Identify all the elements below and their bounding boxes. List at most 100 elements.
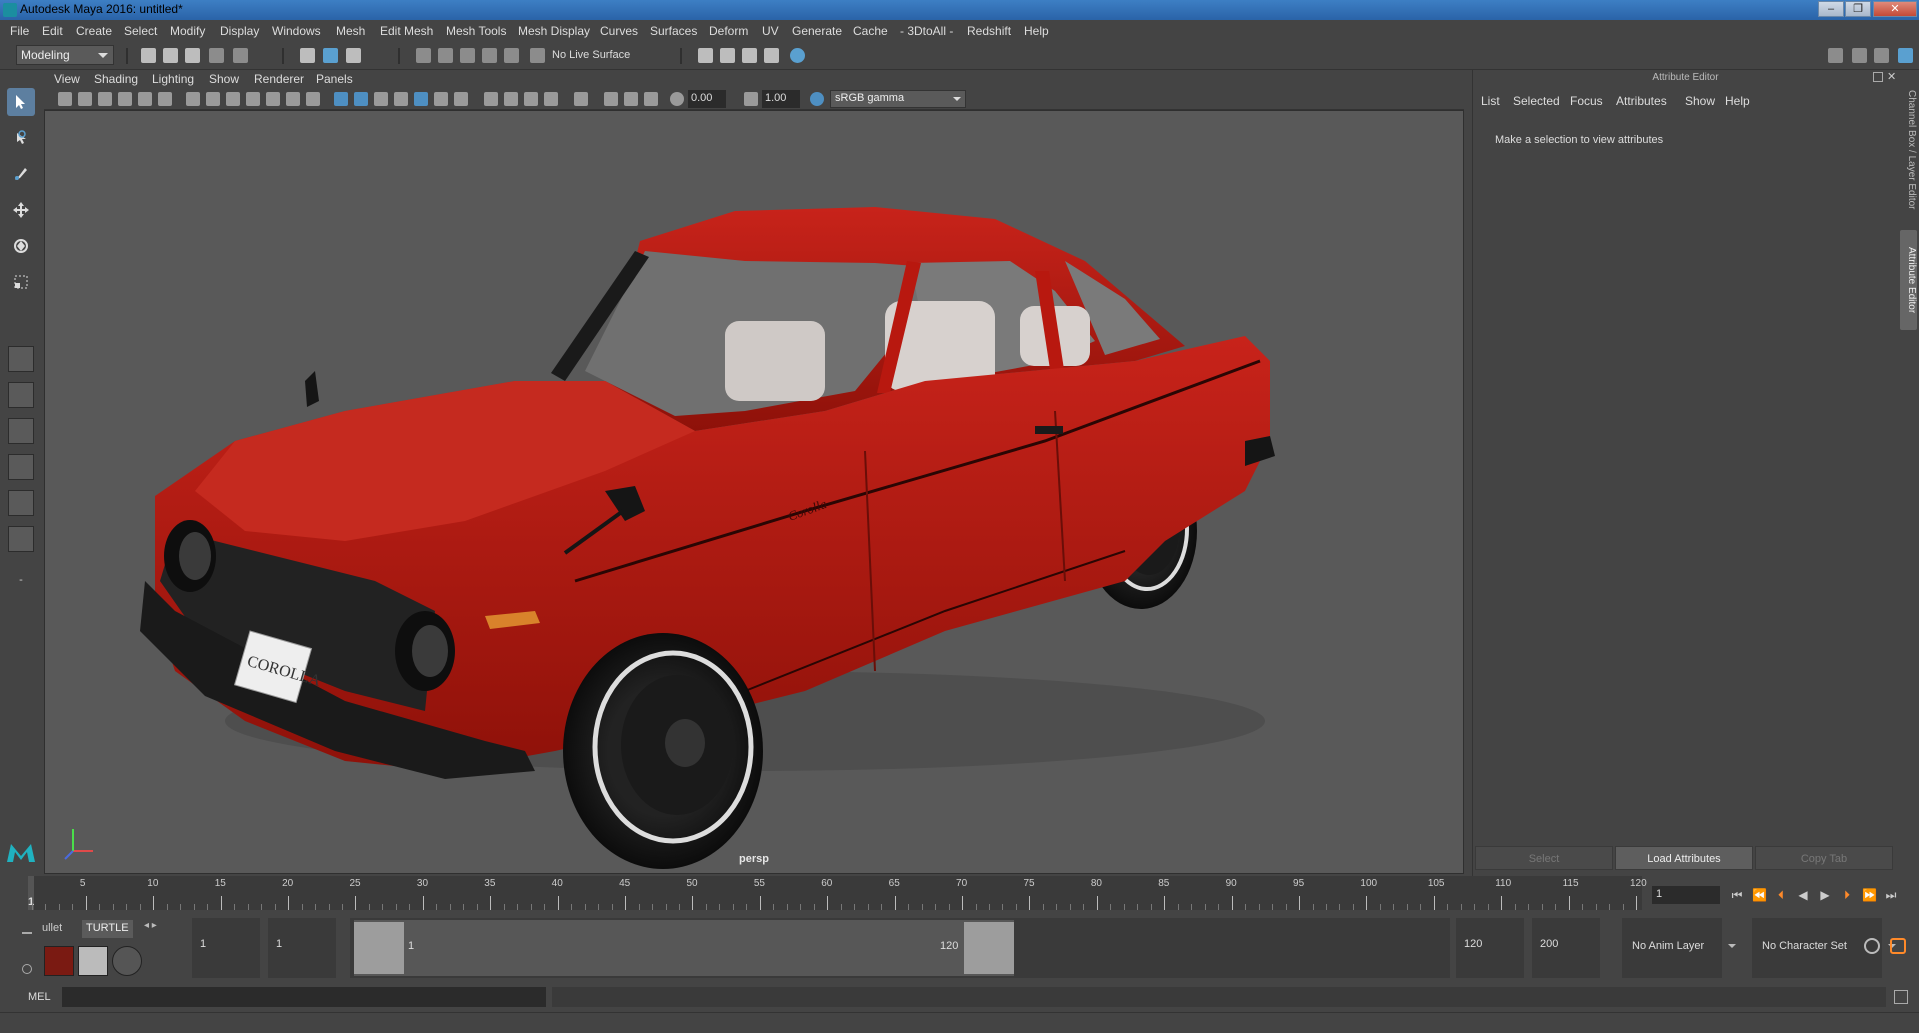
snap-view-plane-icon[interactable]	[482, 48, 497, 63]
shelf-settings-icon[interactable]	[22, 964, 32, 974]
exposure-icon[interactable]	[670, 92, 684, 106]
make-live-icon[interactable]	[530, 48, 545, 63]
menu-generate[interactable]: Generate	[792, 24, 842, 38]
viewport-menu-shading[interactable]: Shading	[94, 72, 138, 86]
ae-menu-attributes[interactable]: Attributes	[1616, 94, 1667, 108]
tab-attribute-editor[interactable]: Attribute Editor	[1900, 230, 1917, 330]
render-view-icon[interactable]	[720, 48, 735, 63]
four-pane-layout-icon[interactable]	[8, 382, 34, 408]
xray-components-icon[interactable]	[644, 92, 658, 106]
menu-file[interactable]: File	[10, 24, 29, 38]
maximize-button[interactable]: ❐	[1845, 1, 1871, 17]
view-transform-dropdown[interactable]: sRGB gamma	[830, 90, 966, 108]
animation-start-field[interactable]: 1	[192, 918, 260, 978]
color-management-icon[interactable]	[810, 92, 824, 106]
lasso-tool-button[interactable]	[7, 124, 35, 152]
undo-icon[interactable]	[209, 48, 224, 63]
play-forwards-button[interactable]: ▶	[1818, 888, 1832, 902]
viewport-menu-panels[interactable]: Panels	[316, 72, 353, 86]
animation-preferences-icon[interactable]	[1890, 938, 1906, 954]
film-gate-icon[interactable]	[206, 92, 220, 106]
use-all-lights-icon[interactable]	[434, 92, 448, 106]
select-objects-icon[interactable]	[323, 48, 338, 63]
wireframe-icon[interactable]	[334, 92, 348, 106]
range-slider-track[interactable]: 1 120	[350, 918, 1450, 978]
graph-persp-layout-icon[interactable]	[8, 454, 34, 480]
menu-display[interactable]: Display	[220, 24, 259, 38]
menu-create[interactable]: Create	[76, 24, 112, 38]
grease-pencil-icon[interactable]	[158, 92, 172, 106]
menu-3dtoall[interactable]: - 3DtoAll -	[900, 24, 953, 38]
animation-end-field[interactable]: 200	[1532, 918, 1600, 978]
close-panel-icon[interactable]: ✕	[1887, 70, 1896, 83]
minimize-button[interactable]: –	[1818, 1, 1844, 17]
ae-menu-selected[interactable]: Selected	[1513, 94, 1560, 108]
field-chart-icon[interactable]	[266, 92, 280, 106]
menu-modify[interactable]: Modify	[170, 24, 205, 38]
redo-icon[interactable]	[233, 48, 248, 63]
gate-mask-icon[interactable]	[246, 92, 260, 106]
menu-help[interactable]: Help	[1024, 24, 1049, 38]
time-slider-track[interactable]: 1 5 10 15 20 25 30 35 40 45 50 55 60 65 70 75 80 85 90 95 1…	[28, 876, 1647, 910]
select-components-icon[interactable]	[346, 48, 361, 63]
render-shelf-icon[interactable]	[44, 946, 74, 976]
menu-surfaces[interactable]: Surfaces	[650, 24, 697, 38]
ae-menu-list[interactable]: List	[1481, 94, 1500, 108]
isolate-select-icon[interactable]	[574, 92, 588, 106]
snap-point-icon[interactable]	[460, 48, 475, 63]
resolution-gate-icon[interactable]	[226, 92, 240, 106]
hypershade-icon[interactable]	[790, 48, 805, 63]
grid-icon[interactable]	[186, 92, 200, 106]
rotate-tool-button[interactable]	[7, 232, 35, 260]
render-current-frame-icon[interactable]	[742, 48, 757, 63]
toggle-modeling-toolkit-icon[interactable]	[1828, 48, 1843, 63]
select-hierarchy-icon[interactable]	[300, 48, 315, 63]
menu-cache[interactable]: Cache	[853, 24, 888, 38]
safe-action-icon[interactable]	[286, 92, 300, 106]
snap-grid-icon[interactable]	[416, 48, 431, 63]
menu-edit-mesh[interactable]: Edit Mesh	[380, 24, 433, 38]
bookmarks-icon[interactable]	[98, 92, 112, 106]
motion-blur-icon[interactable]	[504, 92, 518, 106]
single-pane-layout-icon[interactable]	[8, 346, 34, 372]
menu-set-dropdown[interactable]: Modeling	[16, 45, 114, 65]
menu-uv[interactable]: UV	[762, 24, 779, 38]
step-forward-key-button[interactable]: ⏵	[1840, 888, 1854, 902]
tab-channel-box[interactable]: Channel Box / Layer Editor	[1900, 80, 1917, 220]
car-model[interactable]: COROLLA Corolla	[45, 111, 1464, 874]
script-editor-icon[interactable]	[1894, 990, 1908, 1004]
ae-select-button[interactable]: Select	[1475, 846, 1613, 870]
ae-menu-focus[interactable]: Focus	[1570, 94, 1603, 108]
exposure-field[interactable]: 0.00	[688, 90, 726, 108]
menu-select[interactable]: Select	[124, 24, 157, 38]
go-to-end-button[interactable]: ⏭	[1884, 888, 1898, 902]
ipr-render-icon[interactable]	[764, 48, 779, 63]
menu-deform[interactable]: Deform	[709, 24, 748, 38]
two-d-pan-zoom-icon[interactable]	[138, 92, 152, 106]
scale-tool-button[interactable]	[7, 268, 35, 296]
move-tool-button[interactable]	[7, 196, 35, 224]
go-to-start-button[interactable]: ⏮	[1730, 888, 1744, 902]
material-shelf-icon[interactable]	[112, 946, 142, 976]
toggle-channel-box-icon[interactable]	[1898, 48, 1913, 63]
ae-menu-show[interactable]: Show	[1685, 94, 1715, 108]
float-panel-icon[interactable]	[1873, 72, 1883, 82]
ae-copy-tab-button[interactable]: Copy Tab	[1755, 846, 1893, 870]
shelf-menu-icon[interactable]	[22, 932, 32, 934]
step-back-key-button[interactable]: ⏴	[1774, 888, 1788, 902]
menu-mesh-tools[interactable]: Mesh Tools	[446, 24, 506, 38]
image-plane-icon[interactable]	[118, 92, 132, 106]
camera-attributes-icon[interactable]	[78, 92, 92, 106]
shelf-scroll-icon[interactable]: ◂ ▸	[144, 920, 157, 931]
toggle-attribute-editor-icon[interactable]	[1852, 48, 1867, 63]
select-tool-button[interactable]	[7, 88, 35, 116]
anti-aliasing-icon[interactable]	[524, 92, 538, 106]
snap-curve-icon[interactable]	[438, 48, 453, 63]
shelf-tab-turtle[interactable]: TURTLE	[82, 920, 133, 938]
ae-menu-help[interactable]: Help	[1725, 94, 1750, 108]
anim-layer-dropdown[interactable]: No Anim Layer	[1622, 918, 1736, 978]
use-default-material-icon[interactable]	[374, 92, 388, 106]
command-input[interactable]	[62, 987, 546, 1007]
menu-windows[interactable]: Windows	[272, 24, 321, 38]
range-end-handle[interactable]	[964, 922, 1014, 974]
